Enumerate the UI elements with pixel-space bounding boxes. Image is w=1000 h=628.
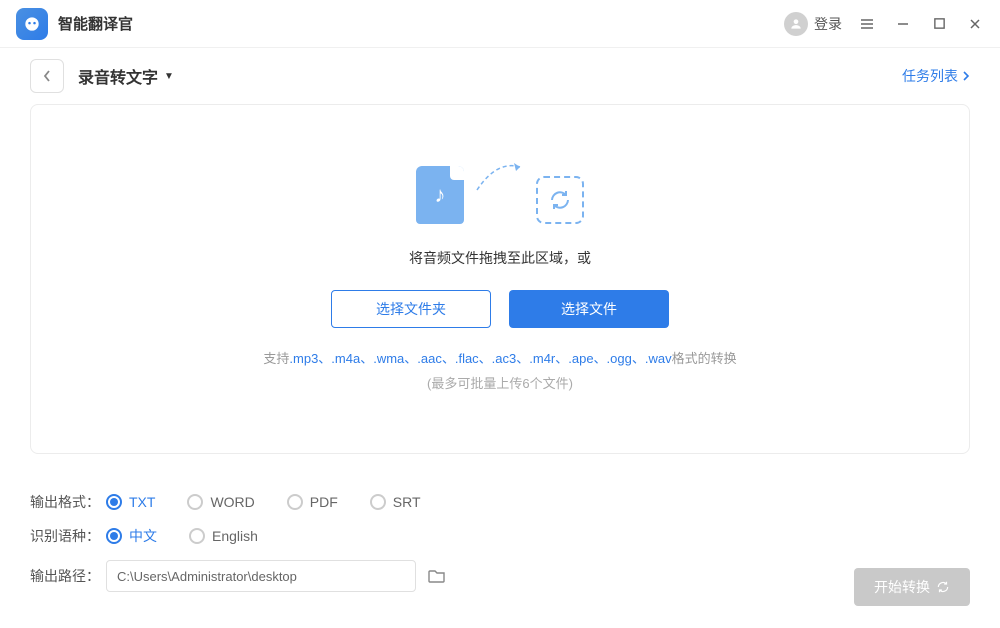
drop-hint-text: 将音频文件拖拽至此区域，或 bbox=[409, 248, 591, 268]
format-radio-srt[interactable]: SRT bbox=[370, 494, 421, 510]
task-list-link[interactable]: 任务列表 bbox=[902, 66, 970, 86]
refresh-icon bbox=[936, 580, 950, 594]
page-title-label: 录音转文字 bbox=[78, 64, 158, 88]
audio-file-icon: ♪ bbox=[416, 166, 464, 224]
output-format-label: 输出格式： bbox=[30, 492, 106, 512]
minimize-icon[interactable] bbox=[894, 15, 912, 33]
output-path-label: 输出路径： bbox=[30, 566, 106, 586]
drop-illustration: ♪ bbox=[416, 166, 584, 224]
format-radio-word[interactable]: WORD bbox=[187, 494, 254, 510]
drop-zone[interactable]: ♪ 将音频文件拖拽至此区域，或 选择文件夹 选择文件 支持.mp3、.m4a、.… bbox=[30, 104, 970, 454]
app-title: 智能翻译官 bbox=[58, 13, 133, 34]
task-list-label: 任务列表 bbox=[902, 66, 958, 86]
back-button[interactable] bbox=[30, 59, 64, 93]
browse-folder-button[interactable] bbox=[426, 565, 448, 587]
settings-panel: 输出格式： TXT WORD PDF SRT 识别语种： 中文 English … bbox=[0, 474, 1000, 628]
language-label: 识别语种： bbox=[30, 526, 106, 546]
select-file-button[interactable]: 选择文件 bbox=[509, 290, 669, 328]
arrow-icon bbox=[472, 155, 528, 195]
maximize-icon[interactable] bbox=[930, 15, 948, 33]
app-logo bbox=[16, 8, 48, 40]
format-radio-txt[interactable]: TXT bbox=[106, 494, 155, 510]
caret-down-icon: ▼ bbox=[164, 71, 174, 82]
convert-label: 开始转换 bbox=[874, 577, 930, 597]
page-title-dropdown[interactable]: 录音转文字 ▼ bbox=[78, 64, 174, 88]
convert-icon bbox=[536, 176, 584, 224]
select-folder-button[interactable]: 选择文件夹 bbox=[331, 290, 491, 328]
language-radio-zh[interactable]: 中文 bbox=[106, 526, 157, 546]
close-icon[interactable] bbox=[966, 15, 984, 33]
upload-limit-hint: (最多可批量上传6个文件) bbox=[427, 373, 573, 392]
format-radio-pdf[interactable]: PDF bbox=[287, 494, 338, 510]
output-path-input[interactable] bbox=[106, 560, 416, 592]
toolbar: 录音转文字 ▼ 任务列表 bbox=[0, 48, 1000, 104]
menu-icon[interactable] bbox=[858, 15, 876, 33]
format-hint: 支持.mp3、.m4a、.wma、.aac、.flac、.ac3、.m4r、.a… bbox=[263, 348, 736, 367]
avatar-icon bbox=[784, 12, 808, 36]
start-convert-button[interactable]: 开始转换 bbox=[854, 568, 970, 606]
language-radio-en[interactable]: English bbox=[189, 526, 258, 546]
login-button[interactable]: 登录 bbox=[784, 12, 842, 36]
titlebar: 智能翻译官 登录 bbox=[0, 0, 1000, 48]
login-label: 登录 bbox=[814, 14, 842, 34]
